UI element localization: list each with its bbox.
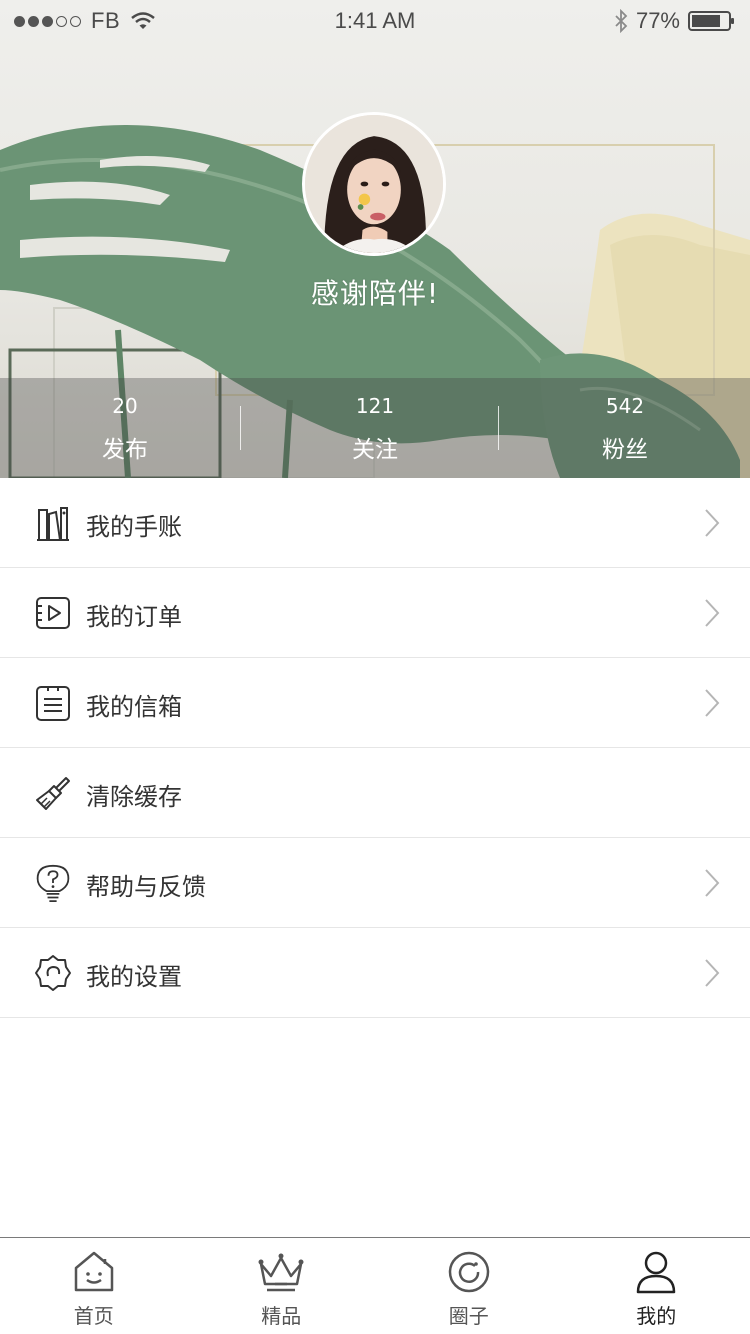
menu-item-my-journal[interactable]: 我的手账 (0, 478, 750, 568)
status-right: 77% (614, 8, 736, 34)
tab-label: 首页 (73, 1304, 114, 1328)
home-icon (74, 1251, 113, 1292)
tab-home[interactable]: 首页 (0, 1238, 188, 1334)
profile-stats-bar: 20 发布 121 关注 542 粉丝 (0, 378, 750, 478)
tab-circle[interactable]: 圈子 (375, 1238, 563, 1334)
avatar[interactable] (302, 112, 446, 256)
battery-percentage: 77% (635, 8, 680, 33)
crown-icon (258, 1253, 304, 1292)
chevron-right-icon (705, 599, 720, 627)
video-order-icon (36, 597, 70, 629)
settings-gear-icon (35, 955, 71, 991)
avatar-photo (305, 115, 443, 253)
profile-nickname: 感谢陪伴! (310, 277, 440, 310)
stat-divider (240, 406, 241, 450)
bluetooth-icon (615, 9, 628, 33)
chevron-right-icon (705, 509, 720, 537)
stat-following[interactable]: 121 关注 (250, 378, 500, 478)
stat-followers[interactable]: 542 粉丝 (500, 378, 750, 478)
battery-icon (688, 11, 734, 31)
menu-item-label: 我的订单 (86, 603, 182, 631)
menu-item-label: 我的手账 (86, 513, 182, 541)
notebook-icon (37, 507, 69, 541)
battery-level-fill (692, 15, 720, 27)
brush-icon (36, 777, 70, 810)
stat-value: 542 (605, 394, 645, 418)
chevron-right-icon (705, 869, 720, 897)
bottom-tab-bar: 首页 精品 圈子 我的 (0, 1237, 750, 1334)
menu-item-label: 帮助与反馈 (86, 873, 206, 901)
menu-item-my-mailbox[interactable]: 我的信箱 (0, 658, 750, 748)
stat-label: 粉丝 (602, 437, 648, 463)
menu-item-label: 清除缓存 (86, 783, 182, 811)
menu-item-my-orders[interactable]: 我的订单 (0, 568, 750, 658)
circle-icon (448, 1251, 489, 1293)
stat-value: 20 (112, 394, 138, 418)
menu-item-help-feedback[interactable]: 帮助与反馈 (0, 838, 750, 928)
profile-menu-list: 我的手账 我的订单 我的信箱 清除缓存 帮助与反馈 我的设置 (0, 478, 750, 1018)
menu-item-label: 我的设置 (86, 963, 182, 991)
stat-value: 121 (355, 394, 395, 418)
menu-item-label: 我的信箱 (86, 693, 182, 721)
stat-divider (498, 406, 499, 450)
tab-label: 我的 (636, 1304, 677, 1328)
stat-posts[interactable]: 20 发布 (0, 378, 250, 478)
tab-label: 精品 (261, 1304, 302, 1328)
chevron-right-icon (705, 689, 720, 717)
chevron-right-icon (705, 959, 720, 987)
tab-featured[interactable]: 精品 (188, 1238, 376, 1334)
user-icon (637, 1251, 676, 1294)
stat-label: 关注 (352, 437, 398, 463)
mailbox-icon (36, 686, 70, 721)
profile-header: FB 1:41 AM 77% 感谢陪伴! 20 发布 121 关注 542 粉丝 (0, 0, 750, 478)
help-bulb-icon (36, 864, 70, 902)
stat-label: 发布 (102, 437, 148, 463)
status-bar: FB 1:41 AM 77% (0, 0, 750, 42)
menu-item-my-settings[interactable]: 我的设置 (0, 928, 750, 1018)
menu-item-clear-cache[interactable]: 清除缓存 (0, 748, 750, 838)
tab-mine[interactable]: 我的 (563, 1238, 750, 1334)
tab-label: 圈子 (448, 1304, 489, 1328)
